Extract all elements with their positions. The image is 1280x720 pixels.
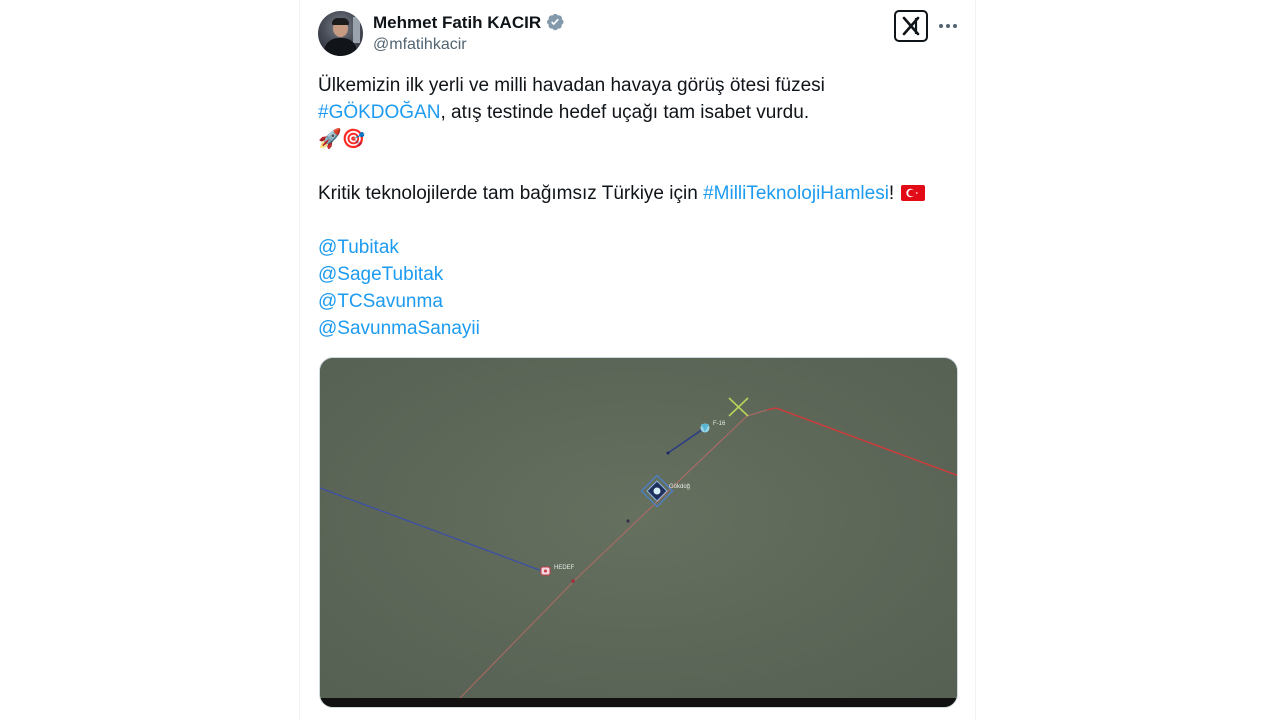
mention-sagetubitak[interactable]: @SageTubitak [318,261,958,288]
tweet-line-3: Kritik teknolojilerde tam bağımsız Türki… [318,180,958,207]
tweet-card: Mehmet Fatih KACIR @mfatihkacir Ülkemizi… [299,0,976,720]
avatar[interactable] [318,11,363,56]
avatar-background [353,17,360,43]
hedef-marker-icon [540,566,551,576]
avatar-suit [324,38,357,56]
gokdogan-label: Gökdoğ [669,484,690,490]
hashtag-gokdogan[interactable]: #GÖKDOĞAN [318,102,440,123]
tactical-display: F-16 Gökdoğ HEDEF [320,358,957,707]
author-name[interactable]: Mehmet Fatih KACIR [373,13,541,33]
mention-tubitak[interactable]: @Tubitak [318,234,958,261]
hashtag-milli-teknoloji-hamlesi[interactable]: #MilliTeknolojiHamlesi [703,183,889,204]
emoji-line: 🚀🎯 [318,129,366,150]
hedef-label: HEDEF [554,565,575,571]
mention-tcsavunma[interactable]: @TCSavunma [318,288,958,315]
more-options-icon[interactable] [938,12,958,41]
avatar-hair [332,18,349,25]
verified-badge-icon [547,13,564,31]
tweet-line-2-rest: , atış testinde hedef uçağı tam isabet v… [440,102,810,123]
f16-marker-icon [700,423,710,433]
mention-savunmasanayii[interactable]: @SavunmaSanayii [318,315,958,342]
tweet-line-3-start: Kritik teknolojilerde tam bağımsız Türki… [318,183,704,204]
tweet-text: Ülkemizin ilk yerli ve milli havadan hav… [318,72,958,342]
f16-label: F-16 [713,421,726,427]
tweet-media-video[interactable]: F-16 Gökdoğ HEDEF [319,357,958,708]
tweet-line-3-end: ! [888,183,895,204]
x-logo-icon[interactable] [894,10,928,42]
tweet-line-1: Ülkemizin ilk yerli ve milli havadan hav… [318,75,825,96]
turkey-flag-icon [901,185,926,201]
author-handle[interactable]: @mfatihkacir [373,36,467,54]
tweet-line-2: #GÖKDOĞAN, atış testinde hedef uçağı tam… [318,99,958,126]
